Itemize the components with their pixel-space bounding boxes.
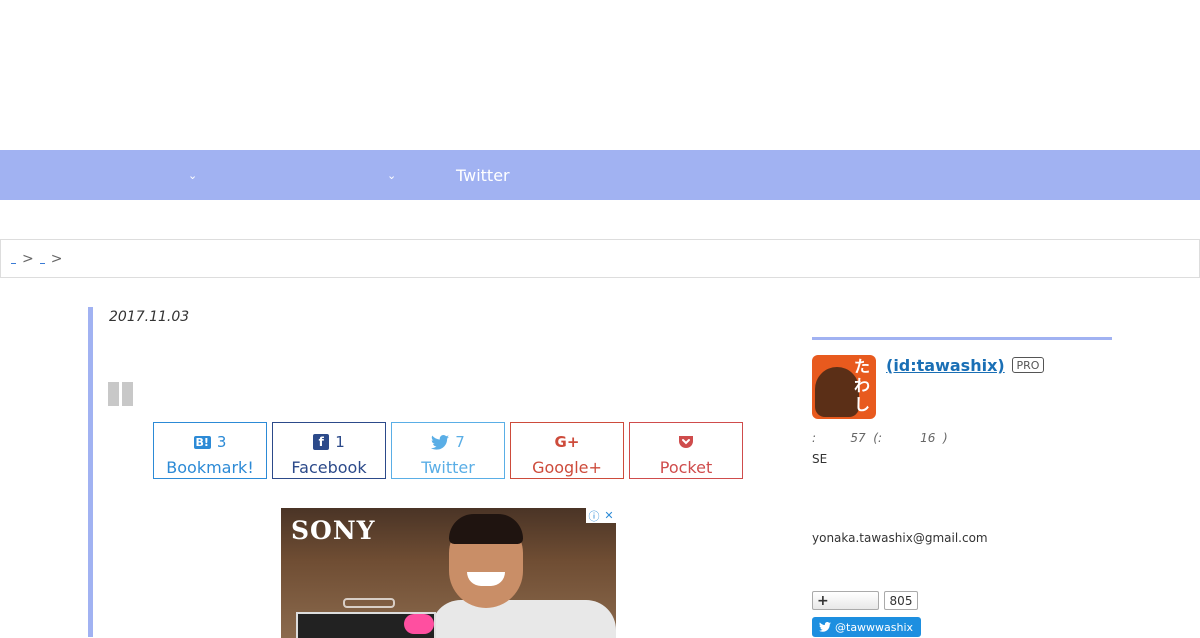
breadcrumb: > > (0, 239, 1200, 278)
ad-choices[interactable]: ⓘ ✕ (586, 508, 616, 523)
nav-item-menu-1[interactable]: ⌄ (188, 150, 197, 200)
facebook-count: 1 (335, 433, 345, 451)
twitter-follow-button[interactable]: @tawwwashix (812, 617, 921, 637)
facebook-icon: f (313, 434, 330, 450)
profile-name-link[interactable]: (id:tawashix) (886, 356, 1005, 375)
ad-person-hair (449, 514, 523, 544)
ad-person-coat (431, 600, 616, 638)
nav-item-menu-2[interactable]: ⌄ (387, 150, 396, 200)
breadcrumb-link-home[interactable] (11, 254, 16, 264)
pocket-share-button[interactable]: Pocket (629, 422, 743, 479)
article-date: 2017.11.03 (109, 309, 190, 325)
hatena-icon: B! (193, 435, 211, 449)
article-accent-bar (88, 307, 93, 637)
breadcrumb-separator: > (50, 250, 63, 267)
twitter-bird-icon (819, 622, 831, 632)
pro-badge: PRO (1012, 357, 1044, 373)
hatena-bookmark-button[interactable]: B! 3 Bookmark! (153, 422, 267, 479)
avatar[interactable]: たわし (812, 355, 876, 419)
chevron-down-icon: ⌄ (188, 168, 198, 182)
bird-icon (431, 434, 450, 450)
ad-decor (343, 598, 395, 608)
avatar-lettering: たわし (854, 357, 871, 414)
breadcrumb-link-category[interactable] (39, 254, 45, 264)
ad-product-badge (404, 614, 434, 634)
facebook-label: Facebook (291, 458, 367, 477)
twitter-label: Twitter (421, 458, 475, 477)
plus-icon: + (817, 592, 829, 609)
googleplus-icon: G+ (554, 433, 580, 451)
follower-count: 805 (884, 591, 918, 610)
avatar-image (815, 367, 859, 417)
header-space (0, 0, 1200, 150)
follow-button[interactable]: + (812, 591, 879, 610)
ad-brand-logo: SONY (291, 516, 376, 545)
hatena-label: Bookmark! (166, 458, 254, 477)
googleplus-share-button[interactable]: G+ Google+ (510, 422, 624, 479)
twitter-handle: @tawwwashix (835, 620, 914, 634)
googleplus-label: Google+ (532, 458, 602, 477)
twitter-count: 7 (455, 433, 465, 451)
sony-ad-banner[interactable]: SONY ⓘ ✕ (281, 508, 616, 638)
chevron-down-icon: ⌄ (387, 168, 397, 182)
hatena-count: 3 (216, 433, 227, 451)
quote-icon (108, 382, 133, 406)
pocket-label: Pocket (659, 458, 713, 477)
nav-item-twitter[interactable]: Twitter (456, 150, 510, 200)
facebook-share-button[interactable]: f 1 Facebook (272, 422, 386, 479)
close-icon[interactable]: ✕ (604, 509, 613, 522)
profile-email: yonaka.tawashix@gmail.com (812, 531, 988, 545)
pocket-icon (679, 435, 693, 448)
profile-stats: : 57 (: 16 ) (812, 431, 948, 445)
info-icon[interactable]: ⓘ (588, 508, 599, 524)
global-nav: ⌄ ⌄ Twitter (0, 150, 1200, 200)
sidebar-divider (812, 337, 1112, 340)
profile-description: SE (812, 452, 828, 466)
twitter-share-button[interactable]: 7 Twitter (391, 422, 505, 479)
breadcrumb-separator: > (22, 250, 34, 267)
